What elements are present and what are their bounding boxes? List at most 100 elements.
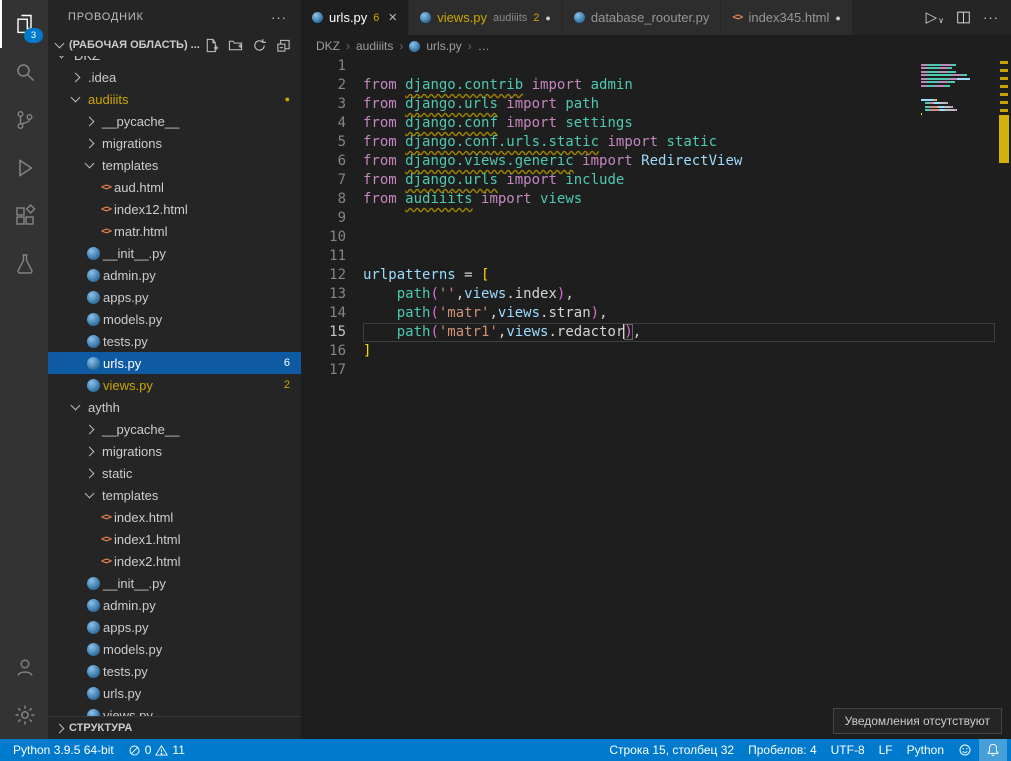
refresh-icon[interactable] [252, 38, 267, 53]
file-label: tests.py [103, 334, 148, 349]
run-debug-icon[interactable] [0, 144, 48, 192]
cursor-position-status[interactable]: Строка 15, столбец 32 [602, 739, 741, 761]
editor[interactable]: 12from django.contrib import admin3from … [301, 57, 1011, 739]
tree-item-index.html[interactable]: <>index.html [48, 506, 301, 528]
language-mode-status[interactable]: Python [900, 739, 951, 761]
tab-description: audiiits [493, 12, 527, 24]
feedback-icon[interactable] [951, 739, 979, 761]
tree-item-admin.py[interactable]: admin.py [48, 264, 301, 286]
tab-label: database_roouter.py [591, 10, 710, 25]
new-folder-icon[interactable] [228, 38, 243, 53]
tree-item-tests.py[interactable]: tests.py [48, 660, 301, 682]
code-line-15[interactable]: 15 path('matr1',views.redactor), [301, 323, 1011, 342]
code-line-17[interactable]: 17 [301, 361, 1011, 380]
error-icon [128, 744, 141, 757]
tree-item-views.py[interactable]: views.py [48, 704, 301, 716]
code-line-9[interactable]: 9 [301, 209, 1011, 228]
code-line-1[interactable]: 1 [301, 57, 1011, 76]
tab-index345.html[interactable]: <>index345.html● [721, 0, 852, 35]
indentation-status[interactable]: Пробелов: 4 [741, 739, 824, 761]
tree-item-migrations[interactable]: migrations [48, 440, 301, 462]
tree-item-models.py[interactable]: models.py [48, 638, 301, 660]
tree-item-__pycache__[interactable]: __pycache__ [48, 110, 301, 132]
tree-item-aythh[interactable]: aythh [48, 396, 301, 418]
code-line-6[interactable]: 6from django.views.generic import Redire… [301, 152, 1011, 171]
tree-item-audiiits[interactable]: audiiits● [48, 88, 301, 110]
code-line-7[interactable]: 7from django.urls import include [301, 171, 1011, 190]
tree-item-tests.py[interactable]: tests.py [48, 330, 301, 352]
code-line-3[interactable]: 3from django.urls import path [301, 95, 1011, 114]
tree-item-apps.py[interactable]: apps.py [48, 286, 301, 308]
close-icon[interactable]: × [388, 10, 397, 25]
file-label: __init__.py [103, 246, 166, 261]
python-interpreter-status[interactable]: Python 3.9.5 64-bit [6, 739, 121, 761]
tree-item-__pycache__[interactable]: __pycache__ [48, 418, 301, 440]
notifications-bell-icon[interactable] [979, 739, 1007, 761]
tab-database_roouter.py[interactable]: database_roouter.py [563, 0, 722, 35]
tree-item-matr.html[interactable]: <>matr.html [48, 220, 301, 242]
tree-item-urls.py[interactable]: urls.py [48, 682, 301, 704]
tree-item-index2.html[interactable]: <>index2.html [48, 550, 301, 572]
line-number: 12 [301, 266, 363, 285]
tree-item-templates[interactable]: templates [48, 154, 301, 176]
run-python-file-button[interactable]: ▷ ∨ [926, 10, 944, 25]
encoding-status[interactable]: UTF-8 [824, 739, 872, 761]
editor-more-actions-icon[interactable]: ··· [983, 10, 999, 25]
problems-status[interactable]: 0 11 [121, 739, 192, 761]
code-line-4[interactable]: 4from django.conf import settings [301, 114, 1011, 133]
tree-item-models.py[interactable]: models.py [48, 308, 301, 330]
line-number: 1 [301, 57, 363, 76]
code-line-5[interactable]: 5from django.conf.urls.static import sta… [301, 133, 1011, 152]
tab-label: views.py [437, 10, 487, 25]
eol-status[interactable]: LF [872, 739, 900, 761]
new-file-icon[interactable] [204, 38, 219, 53]
tree-item-static[interactable]: static [48, 462, 301, 484]
sidebar-more-actions-icon[interactable]: ··· [271, 10, 287, 25]
breadcrumb-item[interactable]: audiiits [356, 39, 393, 53]
extensions-icon[interactable] [0, 192, 48, 240]
code-line-2[interactable]: 2from django.contrib import admin [301, 76, 1011, 95]
breadcrumb-item[interactable]: … [478, 39, 490, 53]
breadcrumb-item[interactable]: DKZ [316, 39, 340, 53]
tree-item-migrations[interactable]: migrations [48, 132, 301, 154]
breadcrumb-item[interactable]: urls.py [426, 39, 461, 53]
explorer-icon[interactable]: 3 [0, 0, 48, 48]
tree-item-urls.py[interactable]: urls.py6 [48, 352, 301, 374]
collapse-all-icon[interactable] [276, 38, 291, 53]
tree-item-__init__.py[interactable]: __init__.py [48, 242, 301, 264]
tree-item-__init__.py[interactable]: __init__.py [48, 572, 301, 594]
tree-item-admin.py[interactable]: admin.py [48, 594, 301, 616]
python-file-icon [87, 665, 100, 678]
accounts-icon[interactable] [0, 643, 48, 691]
tab-urls.py[interactable]: urls.py6× [301, 0, 409, 35]
code-line-14[interactable]: 14 path('matr',views.stran), [301, 304, 1011, 323]
python-file-icon [87, 247, 100, 260]
tree-item-views.py[interactable]: views.py2 [48, 374, 301, 396]
tree-item-index1.html[interactable]: <>index1.html [48, 528, 301, 550]
vscode-window: 3 [0, 0, 1011, 739]
split-editor-icon[interactable] [956, 10, 971, 25]
tree-item-DKZ[interactable]: DKZ [48, 56, 301, 66]
tree-item-templates[interactable]: templates [48, 484, 301, 506]
settings-gear-icon[interactable] [0, 691, 48, 739]
tab-views.py[interactable]: views.pyaudiiits2● [409, 0, 563, 35]
tree-item-aud.html[interactable]: <>aud.html [48, 176, 301, 198]
outline-section-header[interactable]: СТРУКТУРА [48, 716, 301, 739]
code-line-11[interactable]: 11 [301, 247, 1011, 266]
tree-item-apps.py[interactable]: apps.py [48, 616, 301, 638]
code-line-16[interactable]: 16] [301, 342, 1011, 361]
encoding-label: UTF-8 [831, 743, 865, 757]
testing-icon[interactable] [0, 240, 48, 288]
code-line-8[interactable]: 8from audiiits import views [301, 190, 1011, 209]
code-line-13[interactable]: 13 path('',views.index), [301, 285, 1011, 304]
code-line-12[interactable]: 12urlpatterns = [ [301, 266, 1011, 285]
scrollbar-warning-marker [999, 115, 1009, 163]
tree-item-index12.html[interactable]: <>index12.html [48, 198, 301, 220]
code-line-10[interactable]: 10 [301, 228, 1011, 247]
source-control-icon[interactable] [0, 96, 48, 144]
minimap[interactable] [919, 60, 995, 120]
workspace-section-header[interactable]: (РАБОЧАЯ ОБЛАСТЬ) ... [48, 34, 301, 56]
tree-item-.idea[interactable]: .idea [48, 66, 301, 88]
overview-ruler[interactable] [997, 57, 1011, 739]
search-icon[interactable] [0, 48, 48, 96]
